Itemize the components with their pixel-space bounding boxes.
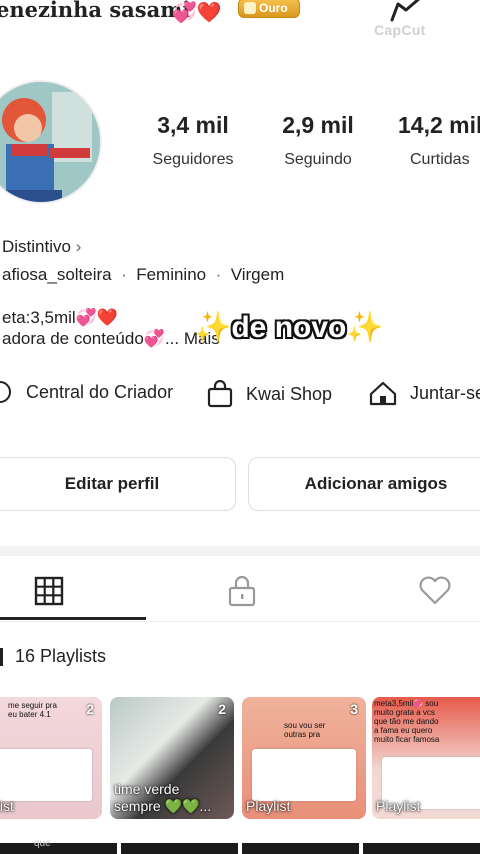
playlists-header: 16 Playlists [0,646,106,667]
card-preview [0,749,92,801]
next-row-thumbnails: que [0,838,480,854]
card-preview [252,749,356,801]
thumbnail[interactable] [121,843,238,854]
tab-grid[interactable] [32,574,66,608]
username-hearts: 💞❤️ [172,2,222,24]
add-friends-button[interactable]: Adicionar amigos [248,457,480,511]
chevron-right-icon: › [75,237,82,256]
followers-label: Seguidores [152,151,234,168]
video-overlay-text: ✨de novo✨ [194,310,384,345]
distintivo-link[interactable]: Distintivo › [2,237,81,257]
creator-center-label: Central do Criador [26,381,174,402]
followers-count: 3,4 mil [157,112,229,138]
stat-following[interactable]: 2,9 mil Seguindo [270,112,366,169]
separator: · [215,265,222,284]
likes-count: 14,2 mil [398,112,480,138]
playlist-card[interactable]: sou vou ser outras pra 3 Playlist [242,697,366,819]
playlist-caption: aylist [0,798,14,814]
playlist-count: 3 [350,701,358,717]
profile-tabs [0,556,480,622]
badge-icon [244,2,256,14]
edit-profile-button[interactable]: Editar perfil [0,457,236,511]
card-text: me seguir pra eu bater 4.1 [8,701,57,719]
following-count: 2,9 mil [282,112,354,138]
shopping-bag-icon [207,380,233,408]
avatar-image [0,82,100,202]
following-label: Seguindo [284,151,352,168]
playlist-card[interactable]: meta3,5mil💞 sou muito grata a vcs que tã… [372,697,480,819]
card-text: meta3,5mil💞 sou muito grata a vcs que tã… [374,699,440,744]
sparkle-icon: ✨ [194,311,232,344]
title-accent-bar [0,647,3,666]
join-label: Juntar-se [410,382,480,403]
home-icon [369,381,397,406]
tab-liked[interactable] [418,574,452,608]
section-divider [0,546,480,556]
creator-center-icon [0,381,11,403]
bio-line-2: adora de conteúdo💞... Mais [2,329,220,349]
tab-private[interactable] [225,574,259,608]
lock-icon [228,575,256,607]
creator-center-link[interactable]: Central do Criador [0,380,173,404]
distintivo-label: Distintivo [2,237,71,256]
thumbnail-text: que [34,838,51,849]
likes-label: Curtidas [410,151,470,168]
username: enezinha sasami [0,0,191,22]
playlists-count-label: 16 Playlists [15,646,107,666]
kwai-shop-link[interactable]: Kwai Shop [206,380,332,408]
profile-header: enezinha sasami 💞❤️ Ouro CapCut [0,0,480,40]
bio-line-1: eta:3,5mil💞❤️ [2,308,119,327]
separator: · [121,265,127,284]
grid-icon [34,576,64,606]
sparkle-icon: ✨ [346,311,384,344]
join-link[interactable]: Juntar-se [368,380,480,406]
playlist-count: 2 [218,701,226,717]
heart-icon [419,576,451,605]
zodiac-text: Virgem [230,265,285,284]
thumbnail[interactable] [242,843,359,854]
kwai-shop-label: Kwai Shop [246,383,333,404]
gold-level-badge[interactable]: Ouro [238,0,300,18]
playlist-caption: Playlist [376,798,421,814]
gender-text: Feminino [136,265,207,284]
card-text: sou vou ser outras pra [284,721,326,739]
active-tab-indicator [0,617,146,620]
bio-text: adora de conteúdo💞... [2,329,180,348]
overlay-caption: de novo [231,311,347,344]
playlist-count: 2 [86,701,94,717]
badge-label: Ouro [259,1,288,15]
playlist-card[interactable]: me seguir pra eu bater 4.1 2 aylist [0,697,102,819]
avatar[interactable] [0,80,102,204]
stat-likes[interactable]: 14,2 mil Curtidas [398,112,480,169]
handle-text: afiosa_solteira [2,265,112,284]
profile-info-line: afiosa_solteira · Feminino · Virgem [2,265,284,285]
share-icon[interactable] [388,0,424,22]
stat-followers[interactable]: 3,4 mil Seguidores [144,112,242,169]
thumbnail[interactable] [0,843,117,854]
playlist-card[interactable]: 2 time verde sempre 💚💚... [110,697,234,819]
playlist-caption: Playlist [246,798,291,814]
playlist-caption: time verde sempre 💚💚... [114,781,212,814]
capcut-watermark: CapCut [374,22,426,38]
thumbnail[interactable] [363,843,480,854]
